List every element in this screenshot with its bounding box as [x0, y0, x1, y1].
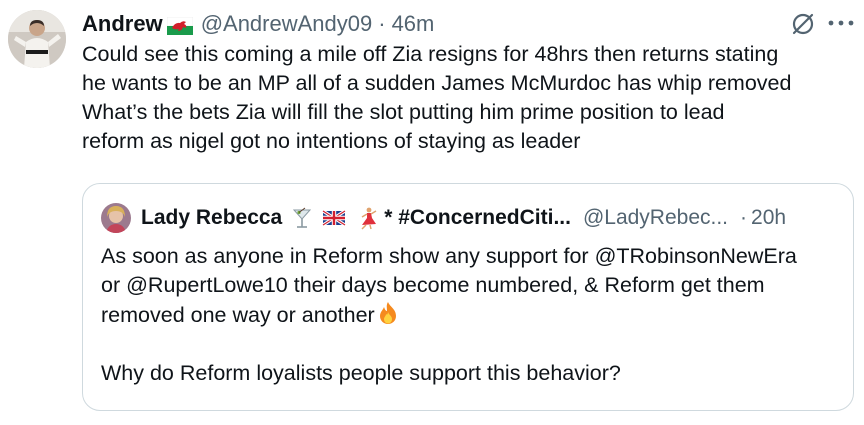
quoted-author-title: * #ConcernedCiti...: [384, 206, 571, 229]
quoted-text-line: removed one way or another: [101, 300, 841, 330]
quoted-tweet-header: Lady Rebecca * #ConcernedCiti... @LadyRe…: [101, 202, 786, 234]
tweet-timestamp[interactable]: 46m: [392, 11, 435, 37]
tweet-text-line: Could see this coming a mile off Zia res…: [82, 42, 779, 66]
quoted-author-name: Lady Rebecca: [141, 206, 283, 229]
fire-emoji-icon: [375, 300, 401, 326]
author-avatar[interactable]: [8, 10, 66, 68]
tweet-text-line: reform as nigel got no intentions of sta…: [82, 129, 581, 153]
quoted-tweet-text: As soon as anyone in Reform show any sup…: [101, 242, 841, 388]
quoted-tweet-timestamp: 20h: [751, 206, 787, 229]
separator-dot: ·: [740, 206, 748, 229]
more-options-icon[interactable]: [826, 12, 856, 34]
separator-dot: ·: [378, 11, 386, 36]
tweet-text-line: he wants to be an MP all of a sudden Jam…: [82, 71, 792, 95]
quoted-text-line: Why do Reform loyalists people support t…: [101, 361, 621, 385]
quoted-text-fragment: removed one way or another: [101, 303, 375, 327]
tweet-text-line: What’s the bets Zia will fill the slot p…: [82, 100, 725, 124]
uk-flag-emoji-icon: [322, 206, 347, 230]
dancer-emoji-icon: [354, 206, 378, 230]
quoted-author-avatar[interactable]: [101, 203, 131, 233]
tweet[interactable]: Andrew @AndrewAndy09 · 46m Could see thi…: [0, 0, 864, 425]
author-name[interactable]: Andrew: [82, 11, 163, 37]
tweet-header: Andrew @AndrewAndy09 · 46m: [82, 8, 434, 40]
author-handle[interactable]: @AndrewAndy09: [201, 11, 373, 37]
quoted-text-line: or @RupertLowe10 their days become numbe…: [101, 273, 765, 297]
tweet-text: Could see this coming a mile off Zia res…: [82, 40, 852, 156]
quoted-text-line: As soon as anyone in Reform show any sup…: [101, 244, 797, 268]
quoted-author-handle: @LadyRebec...: [582, 206, 729, 229]
avatar-image: [8, 10, 66, 68]
grok-icon[interactable]: [790, 11, 816, 37]
cocktail-glass-emoji-icon: [290, 206, 314, 230]
quoted-tweet[interactable]: Lady Rebecca * #ConcernedCiti... @LadyRe…: [82, 183, 854, 411]
wales-flag-icon: [166, 15, 193, 35]
